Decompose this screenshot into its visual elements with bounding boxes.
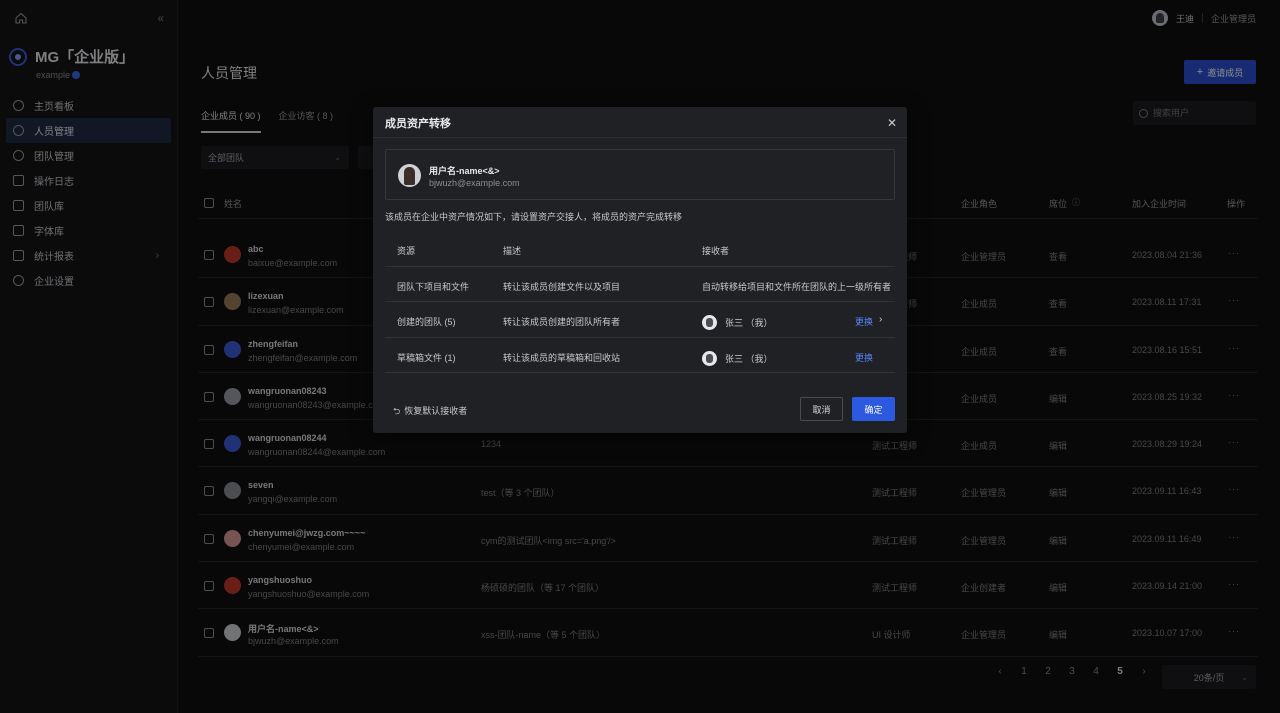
change-receiver-link[interactable]: 更换 xyxy=(855,351,873,364)
change-receiver-link[interactable]: 更换 xyxy=(855,315,873,328)
asset-row: 草稿箱文件 (1) 转让该成员的草稿箱和回收站 张三 （我） 更换 xyxy=(385,338,895,373)
col-source: 资源 xyxy=(397,246,416,256)
avatar xyxy=(398,164,421,187)
modal-title: 成员资产转移 xyxy=(385,118,451,130)
avatar xyxy=(702,315,717,330)
receiver-name: 张三 （我） xyxy=(725,318,773,328)
asset-transfer-modal: 成员资产转移 ✕ 用户名-name<&> bjwuzh@example.com … xyxy=(373,107,907,433)
asset-desc: 转让该成员的草稿箱和回收站 xyxy=(503,352,621,363)
cancel-button[interactable]: 取消 xyxy=(800,397,843,421)
asset-row: 创建的团队 (5) 转让该成员创建的团队所有者 张三 （我） 更换 › xyxy=(385,302,895,338)
avatar xyxy=(702,350,717,366)
asset-receiver: 张三 （我） xyxy=(702,350,773,366)
undo-icon: ⮌ xyxy=(393,406,401,416)
col-receiver: 接收者 xyxy=(702,246,730,256)
member-card: 用户名-name<&> bjwuzh@example.com xyxy=(385,149,895,200)
asset-table: 资源 描述 接收者 团队下项目和文件 转让该成员创建文件以及项目 自动转移给项目… xyxy=(385,231,895,373)
asset-table-header: 资源 描述 接收者 xyxy=(385,231,895,267)
asset-source: 创建的团队 (5) xyxy=(397,317,456,327)
asset-source: 草稿箱文件 (1) xyxy=(397,352,456,363)
close-icon[interactable]: ✕ xyxy=(887,116,897,130)
receiver-name: 张三 （我） xyxy=(725,353,773,364)
modal-description: 该成员在企业中资产情况如下，请设置资产交接人，将成员的资产完成转移 xyxy=(385,212,683,222)
col-desc: 描述 xyxy=(503,246,522,256)
asset-source: 团队下项目和文件 xyxy=(397,281,470,292)
member-name: 用户名-name<&> xyxy=(429,166,500,176)
restore-default-button[interactable]: ⮌ 恢复默认接收者 xyxy=(393,404,467,420)
confirm-button[interactable]: 确定 xyxy=(852,397,895,421)
asset-row: 团队下项目和文件 转让该成员创建文件以及项目 自动转移给项目和文件所在团队的上一… xyxy=(385,267,895,302)
asset-desc: 转让该成员创建文件以及项目 xyxy=(503,281,621,292)
chevron-right-icon[interactable]: › xyxy=(879,314,882,325)
member-email: bjwuzh@example.com xyxy=(429,178,520,188)
asset-receiver: 张三 （我） xyxy=(702,315,773,330)
restore-default-label: 恢复默认接收者 xyxy=(404,406,468,416)
asset-receiver: 自动转移给项目和文件所在团队的上一级所有者 xyxy=(702,281,892,292)
divider xyxy=(373,137,907,138)
asset-desc: 转让该成员创建的团队所有者 xyxy=(503,317,621,327)
